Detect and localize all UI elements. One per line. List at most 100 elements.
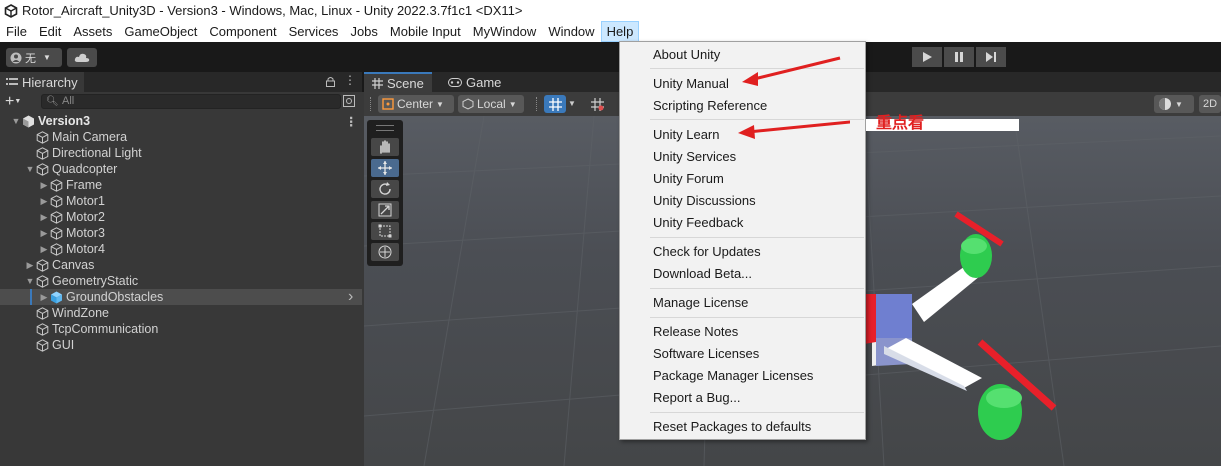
hierarchy-toolbar: +▼ 🔍︎ All xyxy=(0,92,362,112)
game-tab-label: Game xyxy=(466,74,502,90)
move-tool-button[interactable] xyxy=(371,159,399,177)
tab-game[interactable]: Game xyxy=(440,72,509,92)
menu-item-report-a-bug[interactable]: Report a Bug... xyxy=(653,389,740,407)
chevron-down-icon: ▼ xyxy=(508,99,517,109)
cloud-button[interactable] xyxy=(67,48,97,67)
collapse-arrow-icon[interactable]: ▶ xyxy=(38,180,50,191)
hierarchy-item[interactable]: Main Camera xyxy=(0,129,362,145)
hierarchy-item[interactable]: ▼ Version3 ⋮ xyxy=(0,113,362,129)
hierarchy-item[interactable]: ▶ Motor1 xyxy=(0,193,362,209)
hierarchy-item[interactable]: ▶ Motor3 xyxy=(0,225,362,241)
hierarchy-item[interactable]: TcpCommunication xyxy=(0,321,362,337)
tab-hierarchy[interactable]: Hierarchy xyxy=(0,72,84,92)
expand-arrow-icon[interactable]: ▼ xyxy=(24,276,36,286)
pause-button[interactable] xyxy=(944,47,974,67)
hierarchy-item[interactable]: GUI xyxy=(0,337,362,353)
chevron-down-icon[interactable]: ▼ xyxy=(568,99,576,108)
menu-window[interactable]: Window xyxy=(542,21,600,42)
hierarchy-item[interactable]: WindZone xyxy=(0,305,362,321)
hierarchy-item-label: Canvas xyxy=(52,258,95,272)
menu-item-unity-learn[interactable]: Unity Learn xyxy=(653,126,719,144)
grid-snap-toggle[interactable] xyxy=(544,95,566,113)
menu-mywindow[interactable]: MyWindow xyxy=(467,21,543,42)
collapse-arrow-icon[interactable]: ▶ xyxy=(38,196,50,207)
scene-options-icon[interactable]: ⋮ xyxy=(345,114,358,129)
space-label: Local xyxy=(477,97,506,111)
rect-tool-button[interactable] xyxy=(371,222,399,240)
menu-mobile-input[interactable]: Mobile Input xyxy=(384,21,467,42)
hierarchy-item[interactable]: ▶ Frame xyxy=(0,177,362,193)
menu-jobs[interactable]: Jobs xyxy=(344,21,383,42)
increment-snap-toggle[interactable] xyxy=(586,95,608,113)
scene-grid-icon xyxy=(372,77,383,89)
transform-tool-button[interactable] xyxy=(371,243,399,261)
hierarchy-item[interactable]: Directional Light xyxy=(0,145,362,161)
menu-item-reset-packages[interactable]: Reset Packages to defaults xyxy=(653,418,811,436)
play-button[interactable] xyxy=(912,47,942,67)
add-object-button[interactable]: +▼ xyxy=(5,94,21,110)
hierarchy-item[interactable]: ▶ Motor2 xyxy=(0,209,362,225)
menu-gameobject[interactable]: GameObject xyxy=(118,21,203,42)
panel-options-icon[interactable]: ⋮ xyxy=(344,73,356,87)
scale-tool-button[interactable] xyxy=(371,201,399,219)
menu-item-unity-feedback[interactable]: Unity Feedback xyxy=(653,214,743,232)
hierarchy-item-label: Version3 xyxy=(38,114,91,128)
collapse-arrow-icon[interactable]: ▶ xyxy=(24,260,36,271)
chevron-right-icon[interactable]: › xyxy=(348,288,353,306)
menu-services[interactable]: Services xyxy=(283,21,345,42)
window-title-bar: Rotor_Aircraft_Unity3D - Version3 - Wind… xyxy=(0,0,1221,21)
expand-arrow-icon[interactable]: ▼ xyxy=(10,116,22,126)
hierarchy-list-icon xyxy=(6,78,18,85)
gameobject-icon xyxy=(50,210,63,224)
menu-help[interactable]: Help xyxy=(600,21,640,42)
step-button[interactable] xyxy=(976,47,1006,67)
grid-snap-icon xyxy=(548,97,562,111)
menu-item-unity-services[interactable]: Unity Services xyxy=(653,148,736,166)
menu-assets[interactable]: Assets xyxy=(67,21,118,42)
menu-item-unity-forum[interactable]: Unity Forum xyxy=(653,170,724,188)
menu-item-unity-manual[interactable]: Unity Manual xyxy=(653,75,729,93)
hierarchy-item-label: GUI xyxy=(52,338,75,352)
space-dropdown[interactable]: Local ▼ xyxy=(458,95,524,113)
lock-icon[interactable] xyxy=(326,76,335,87)
menu-item-software-licenses[interactable]: Software Licenses xyxy=(653,345,759,363)
collapse-arrow-icon[interactable]: ▶ xyxy=(38,244,50,255)
hierarchy-item[interactable]: ▶ GroundObstacles › xyxy=(0,288,362,306)
menu-item-about-unity[interactable]: About Unity xyxy=(653,46,720,64)
menu-edit[interactable]: Edit xyxy=(33,21,67,42)
shading-mode-dropdown[interactable]: ▼ xyxy=(1154,95,1194,113)
rotate-tool-button[interactable] xyxy=(371,180,399,198)
menu-item-unity-discussions[interactable]: Unity Discussions xyxy=(653,192,756,210)
scene-visibility-icon[interactable] xyxy=(343,95,355,107)
unity-scene-icon xyxy=(23,115,34,127)
cloud-icon xyxy=(74,53,90,62)
hierarchy-item[interactable]: ▼ GeometryStatic xyxy=(0,273,362,289)
collapse-arrow-icon[interactable]: ▶ xyxy=(38,228,50,239)
main-toolbar: 无 ▼ xyxy=(0,42,1221,72)
gameobject-icon xyxy=(50,178,63,192)
menu-item-download-beta[interactable]: Download Beta... xyxy=(653,265,752,283)
menu-item-check-for-updates[interactable]: Check for Updates xyxy=(653,243,761,261)
scene-tab-label: Scene xyxy=(387,75,424,91)
menu-component[interactable]: Component xyxy=(203,21,282,42)
hierarchy-panel: Hierarchy ⋮ +▼ 🔍︎ All ▼ Version3 ⋮ Main Cam… xyxy=(0,72,362,466)
menu-item-manage-license[interactable]: Manage License xyxy=(653,294,748,312)
pivot-dropdown[interactable]: Center ▼ xyxy=(378,95,454,113)
account-dropdown[interactable]: 无 ▼ xyxy=(6,48,62,67)
hand-tool-button[interactable] xyxy=(371,138,399,156)
hierarchy-item[interactable]: ▼ Quadcopter xyxy=(0,161,362,177)
hierarchy-item[interactable]: ▶ Motor4 xyxy=(0,241,362,257)
menu-item-release-notes[interactable]: Release Notes xyxy=(653,323,738,341)
mode-2d-toggle[interactable]: 2D xyxy=(1199,95,1221,113)
hierarchy-item[interactable]: ▶ Canvas xyxy=(0,257,362,273)
menu-item-package-manager-licenses[interactable]: Package Manager Licenses xyxy=(653,367,813,385)
collapse-arrow-icon[interactable]: ▶ xyxy=(38,292,50,303)
expand-arrow-icon[interactable]: ▼ xyxy=(24,164,36,174)
tab-scene[interactable]: Scene xyxy=(364,72,432,92)
collapse-arrow-icon[interactable]: ▶ xyxy=(38,212,50,223)
selection-indicator xyxy=(30,289,32,305)
menu-file[interactable]: File xyxy=(0,21,33,42)
gameobject-icon xyxy=(36,322,49,336)
hierarchy-search-input[interactable]: 🔍︎ All xyxy=(41,94,341,109)
window-title: Rotor_Aircraft_Unity3D - Version3 - Wind… xyxy=(22,3,523,18)
